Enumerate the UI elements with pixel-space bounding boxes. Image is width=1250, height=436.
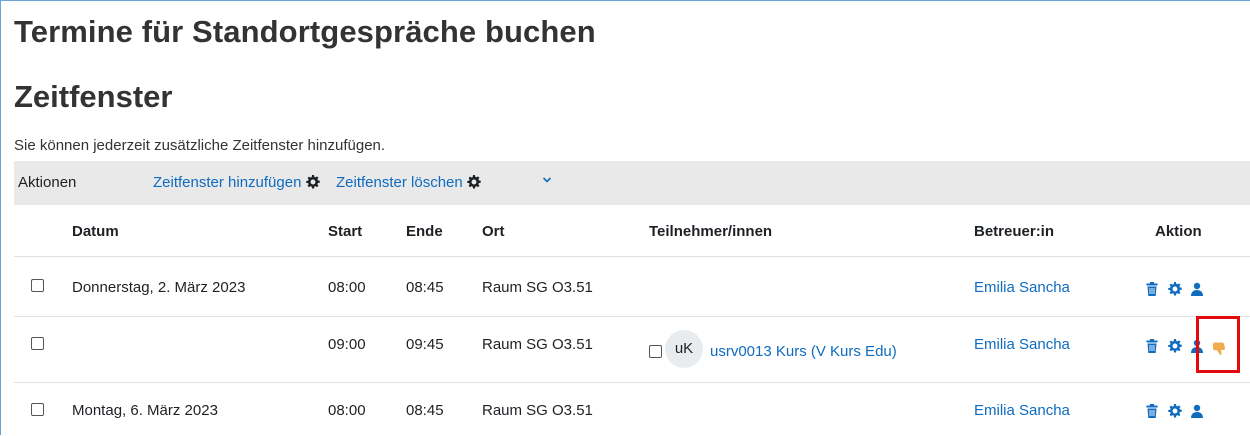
section-title: Zeitfenster [14,79,173,114]
row-start: 08:00 [328,402,366,419]
trash-icon[interactable] [1145,404,1159,418]
table-row: Donnerstag, 2. März 2023 08:00 08:45 Rau… [14,256,1250,317]
intro-text: Sie können jederzeit zusätzliche Zeitfen… [14,137,386,154]
row-date: Donnerstag, 2. März 2023 [72,279,246,296]
row-end: 08:45 [406,279,444,296]
row-date: Montag, 6. März 2023 [72,402,218,419]
table-row: 09:00 09:45 Raum SG O3.51 uK usrv0013 Ku… [14,316,1250,383]
gear-icon [467,175,481,189]
add-slots-label: Zeitfenster hinzufügen [153,174,302,191]
trash-icon[interactable] [1145,282,1159,296]
row-location: Raum SG O3.51 [482,336,593,353]
gear-icon[interactable] [1168,282,1182,296]
col-location: Ort [482,223,505,240]
row-end: 08:45 [406,402,444,419]
avatar: uK [665,330,703,368]
row-checkbox[interactable] [31,403,44,416]
actions-label: Aktionen [18,174,77,191]
supervisor-link[interactable]: Emilia Sancha [974,279,1070,296]
participant-link[interactable]: usrv0013 Kurs (V Kurs Edu) [710,343,897,360]
row-location: Raum SG O3.51 [482,402,593,419]
row-start: 08:00 [328,279,366,296]
row-checkbox[interactable] [31,337,44,350]
highlight-box [1196,316,1240,373]
row-end: 09:45 [406,336,444,353]
page-title: Termine für Standortgespräche buchen [14,14,596,49]
supervisor-link[interactable]: Emilia Sancha [974,336,1070,353]
gear-icon [305,175,320,189]
gear-icon[interactable] [1168,339,1182,353]
chevron-down-icon[interactable] [542,175,552,185]
table-row: Montag, 6. März 2023 08:00 08:45 Raum SG… [14,382,1250,436]
supervisor-link[interactable]: Emilia Sancha [974,402,1070,419]
delete-slots-link[interactable]: Zeitfenster löschen [336,174,481,191]
row-location: Raum SG O3.51 [482,279,593,296]
user-icon[interactable] [1190,404,1204,418]
col-action: Aktion [1155,223,1202,240]
add-slots-link[interactable]: Zeitfenster hinzufügen [153,174,320,191]
col-supervisor: Betreuer:in [974,223,1055,240]
gear-icon[interactable] [1168,404,1182,418]
col-participants: Teilnehmer/innen [649,223,773,240]
table-header: Datum Start Ende Ort Teilnehmer/innen Be… [14,207,1250,257]
row-start: 09:00 [328,336,366,353]
participant-checkbox[interactable] [649,345,662,358]
delete-slots-label: Zeitfenster löschen [336,174,463,191]
row-checkbox[interactable] [31,279,44,292]
actions-bar: Aktionen Zeitfenster hinzufügen Zeitfens… [14,161,1250,205]
col-date: Datum [72,223,119,240]
col-end: Ende [406,223,443,240]
user-icon[interactable] [1190,282,1204,296]
col-start: Start [328,223,363,240]
trash-icon[interactable] [1145,339,1159,353]
